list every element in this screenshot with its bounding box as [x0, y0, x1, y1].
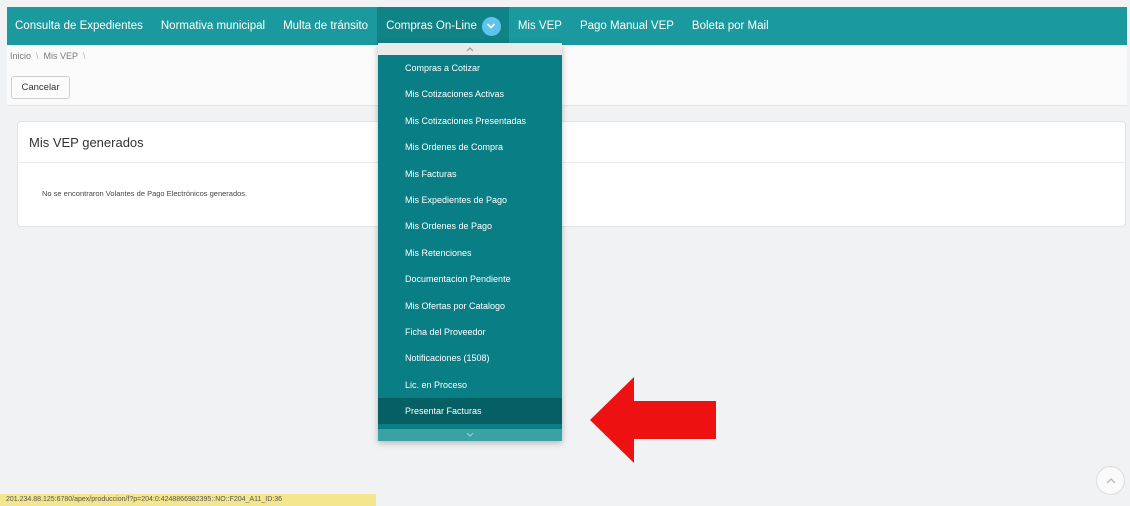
- nav-item-compras-online-label: Compras On-Line: [386, 20, 477, 32]
- dropdown-item-compras-a-cotizar[interactable]: Compras a Cotizar: [378, 55, 562, 81]
- dropdown-item-mis-retenciones[interactable]: Mis Retenciones: [378, 240, 562, 266]
- vep-card: Mis VEP generados No se encontraron Vola…: [17, 121, 1126, 227]
- card-title: Mis VEP generados: [18, 122, 1125, 163]
- dropdown-item-documentacion-pendiente[interactable]: Documentacion Pendiente: [378, 266, 562, 292]
- dropdown-item-mis-ofertas-por-catalogo[interactable]: Mis Ofertas por Catalogo: [378, 293, 562, 319]
- breadcrumb: Inicio \ Mis VEP \: [10, 51, 86, 61]
- chevron-down-icon: [466, 432, 474, 437]
- nav-item-consulta-expedientes[interactable]: Consulta de Expedientes: [7, 7, 152, 45]
- dropdown-scroll-up[interactable]: [378, 43, 562, 55]
- breadcrumb-mis-vep[interactable]: Mis VEP: [44, 51, 79, 61]
- nav-item-compras-online[interactable]: Compras On-Line: [377, 7, 509, 45]
- dropdown-item-ficha-del-proveedor[interactable]: Ficha del Proveedor: [378, 319, 562, 345]
- empty-message: No se encontraron Volantes de Pago Elect…: [42, 189, 248, 198]
- dropdown-item-notificaciones[interactable]: Notificaciones (1508): [378, 345, 562, 371]
- chevron-down-icon[interactable]: [481, 16, 501, 36]
- scroll-to-top-button[interactable]: [1096, 466, 1125, 495]
- breadcrumb-separator: \: [83, 51, 86, 61]
- nav-item-mis-vep[interactable]: Mis VEP: [509, 7, 571, 45]
- status-bar-url: 201.234.88.125:6780/apex/produccion/f?p=…: [0, 494, 376, 506]
- dropdown-item-mis-ordenes-de-pago[interactable]: Mis Ordenes de Pago: [378, 213, 562, 239]
- page-header: Inicio \ Mis VEP \ Cancelar: [7, 45, 1127, 106]
- chevron-up-icon: [466, 47, 474, 52]
- dropdown-item-mis-facturas[interactable]: Mis Facturas: [378, 161, 562, 187]
- nav-item-pago-manual-vep[interactable]: Pago Manual VEP: [571, 7, 683, 45]
- cancel-button[interactable]: Cancelar: [11, 76, 70, 99]
- top-navbar: Consulta de Expedientes Normativa munici…: [7, 7, 1127, 45]
- breadcrumb-inicio[interactable]: Inicio: [10, 51, 31, 61]
- chevron-up-icon: [1106, 477, 1115, 483]
- dropdown-item-mis-expedientes-de-pago[interactable]: Mis Expedientes de Pago: [378, 187, 562, 213]
- nav-item-boleta-por-mail[interactable]: Boleta por Mail: [683, 7, 778, 45]
- dropdown-item-mis-ordenes-de-compra[interactable]: Mis Ordenes de Compra: [378, 134, 562, 160]
- compras-online-dropdown: Compras a Cotizar Mis Cotizaciones Activ…: [378, 43, 562, 441]
- dropdown-scroll-down[interactable]: [378, 429, 562, 441]
- nav-item-multa-transito[interactable]: Multa de tránsito: [274, 7, 377, 45]
- dropdown-item-mis-cotizaciones-presentadas[interactable]: Mis Cotizaciones Presentadas: [378, 108, 562, 134]
- red-arrow-icon: [590, 377, 716, 463]
- nav-item-normativa-municipal[interactable]: Normativa municipal: [152, 7, 274, 45]
- dropdown-item-presentar-facturas[interactable]: Presentar Facturas: [378, 398, 562, 425]
- dropdown-item-lic-en-proceso[interactable]: Lic. en Proceso: [378, 372, 562, 398]
- breadcrumb-separator: \: [36, 51, 39, 61]
- dropdown-item-mis-cotizaciones-activas[interactable]: Mis Cotizaciones Activas: [378, 81, 562, 107]
